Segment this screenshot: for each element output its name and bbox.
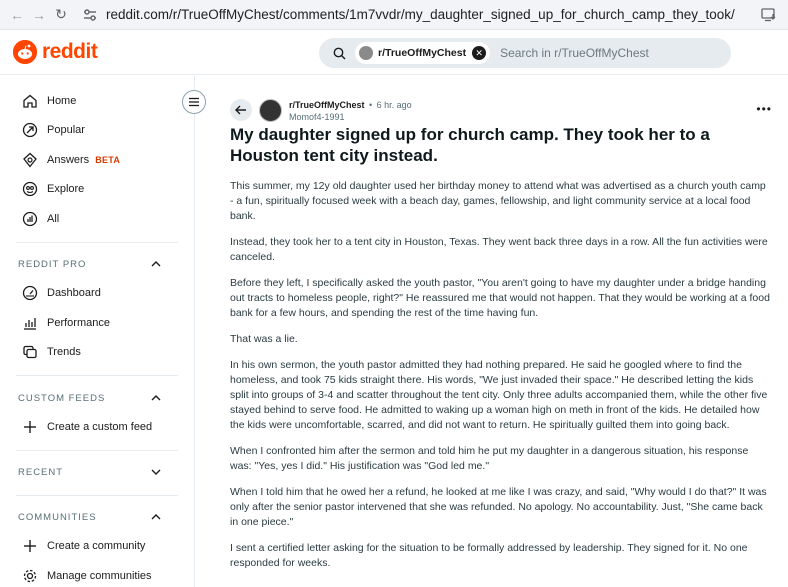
meta-separator: • — [368, 99, 373, 110]
subreddit-avatar[interactable] — [259, 98, 282, 122]
search-input[interactable]: Search in r/TrueOffMyChest — [500, 46, 649, 60]
sidebar-item-create-custom-feed[interactable]: Create a custom feed — [0, 412, 194, 442]
trends-icon — [21, 343, 39, 361]
chevron-up-icon — [151, 393, 161, 404]
back-button[interactable] — [230, 99, 252, 121]
sidebar-item-create-community[interactable]: Create a community — [0, 532, 194, 562]
sidebar-item-manage-communities[interactable]: Manage communities — [0, 561, 194, 587]
sidebar-divider — [16, 494, 178, 496]
url-path: /r/TrueOffMyChest/comments/1m7vvdr/my_da… — [169, 7, 735, 22]
search-subreddit-chip: r/TrueOffMyChest ✕ — [355, 42, 491, 64]
section-title: REDDIT PRO — [18, 259, 87, 270]
sidebar-item-label: All — [47, 212, 60, 225]
sidebar-item-dashboard[interactable]: Dashboard — [0, 279, 194, 309]
home-icon — [21, 92, 39, 110]
section-title: RECENT — [18, 467, 64, 478]
post-meta-text: r/TrueOffMyChest • 6 hr. ago Momof4-1991 — [289, 98, 412, 123]
forward-arrow-icon[interactable]: → — [28, 4, 50, 26]
back-arrow-icon[interactable]: ← — [6, 4, 28, 26]
explore-icon — [21, 180, 39, 198]
sidebar-divider — [16, 375, 178, 376]
gear-icon — [21, 567, 39, 585]
reddit-header: reddit r/TrueOffMyChest ✕ Search in r/Tr… — [0, 30, 788, 75]
logo-text: reddit — [42, 40, 98, 63]
sidebar-item-label: Explore — [47, 183, 85, 196]
post-paragraph: Before they left, I specifically asked t… — [230, 277, 770, 319]
sidebar-item-label: Manage communities — [47, 569, 152, 582]
left-sidebar: Home Popular Answers BETA Explore All RE… — [0, 76, 195, 587]
post-title: My daughter signed up for church camp. T… — [230, 125, 710, 165]
search-bar[interactable]: r/TrueOffMyChest ✕ Search in r/TrueOffMy… — [319, 38, 731, 68]
more-options-icon[interactable]: ••• — [756, 102, 772, 116]
url-domain: reddit.com — [106, 7, 170, 22]
sidebar-divider — [16, 449, 178, 451]
sidebar-item-trends[interactable]: Trends — [0, 338, 194, 368]
post-meta: r/TrueOffMyChest • 6 hr. ago Momof4-1991 — [196, 76, 788, 124]
section-title: COMMUNITIES — [18, 512, 97, 523]
sidebar-item-popular[interactable]: Popular — [0, 116, 194, 146]
plus-icon — [21, 418, 39, 436]
chevron-up-icon — [151, 259, 161, 270]
subreddit-chip-avatar — [359, 46, 373, 60]
section-header-recent[interactable]: RECENT — [0, 459, 194, 487]
search-icon — [331, 45, 347, 61]
sidebar-item-label: Create a custom feed — [47, 420, 153, 433]
sidebar-item-label: Popular — [47, 124, 85, 137]
sidebar-item-performance[interactable]: Performance — [0, 308, 194, 338]
post-main: r/TrueOffMyChest • 6 hr. ago Momof4-1991… — [196, 76, 788, 587]
sidebar-item-label: Create a community — [47, 540, 146, 553]
post-body: This summer, my 12y old daughter used he… — [230, 179, 770, 571]
post-paragraph: Instead, they took her to a tent city in… — [230, 236, 768, 263]
browser-toolbar: ← → ↻ reddit.com/r/TrueOffMyChest/commen… — [0, 0, 788, 30]
sidebar-item-home[interactable]: Home — [0, 86, 194, 116]
address-bar[interactable]: reddit.com/r/TrueOffMyChest/comments/1m7… — [78, 3, 750, 27]
author-link[interactable]: Momof4-1991 — [289, 111, 412, 123]
chevron-down-icon — [151, 467, 161, 478]
url-text: reddit.com/r/TrueOffMyChest/comments/1m7… — [106, 7, 735, 22]
snoo-logo-icon — [13, 40, 37, 64]
post-paragraph: When I told him that he owed her a refun… — [230, 486, 767, 528]
reload-icon[interactable]: ↻ — [50, 4, 72, 26]
reddit-logo[interactable]: reddit — [13, 40, 98, 64]
sidebar-item-label: Home — [47, 94, 77, 107]
popular-icon — [21, 121, 39, 139]
install-app-icon[interactable] — [758, 4, 780, 26]
sidebar-item-all[interactable]: All — [0, 204, 194, 234]
search-chip-label: r/TrueOffMyChest — [378, 47, 467, 59]
sidebar-item-explore[interactable]: Explore — [0, 175, 194, 205]
sidebar-divider — [16, 241, 178, 243]
performance-icon — [21, 314, 39, 332]
plus-icon — [21, 537, 39, 555]
answers-icon — [21, 151, 39, 169]
post-time: 6 hr. ago — [376, 99, 412, 110]
subreddit-link[interactable]: r/TrueOffMyChest — [289, 100, 365, 110]
post-paragraph: When I confronted him after the sermon a… — [230, 445, 749, 472]
post-paragraph: I sent a certified letter asking for the… — [230, 542, 748, 569]
chevron-up-icon — [151, 512, 161, 523]
post-paragraph: In his own sermon, the youth pastor admi… — [230, 359, 768, 431]
dashboard-icon — [21, 284, 39, 302]
sidebar-item-label: Dashboard — [47, 287, 101, 300]
sidebar-item-label: Performance — [47, 316, 110, 329]
section-title: CUSTOM FEEDS — [18, 392, 106, 404]
all-icon — [21, 210, 39, 228]
sidebar-item-label: Answers — [47, 153, 90, 166]
site-settings-icon[interactable] — [82, 7, 98, 23]
post-paragraph: This summer, my 12y old daughter used he… — [230, 180, 766, 222]
post-paragraph: That was a lie. — [230, 333, 298, 345]
chip-close-icon[interactable]: ✕ — [472, 46, 487, 60]
beta-badge: BETA — [95, 154, 121, 165]
sidebar-item-label: Trends — [47, 346, 81, 359]
section-header-custom-feeds[interactable]: CUSTOM FEEDS — [0, 384, 194, 412]
section-header-communities[interactable]: COMMUNITIES — [0, 504, 194, 532]
section-header-reddit-pro[interactable]: REDDIT PRO — [0, 251, 194, 279]
sidebar-item-answers[interactable]: Answers BETA — [0, 145, 194, 175]
